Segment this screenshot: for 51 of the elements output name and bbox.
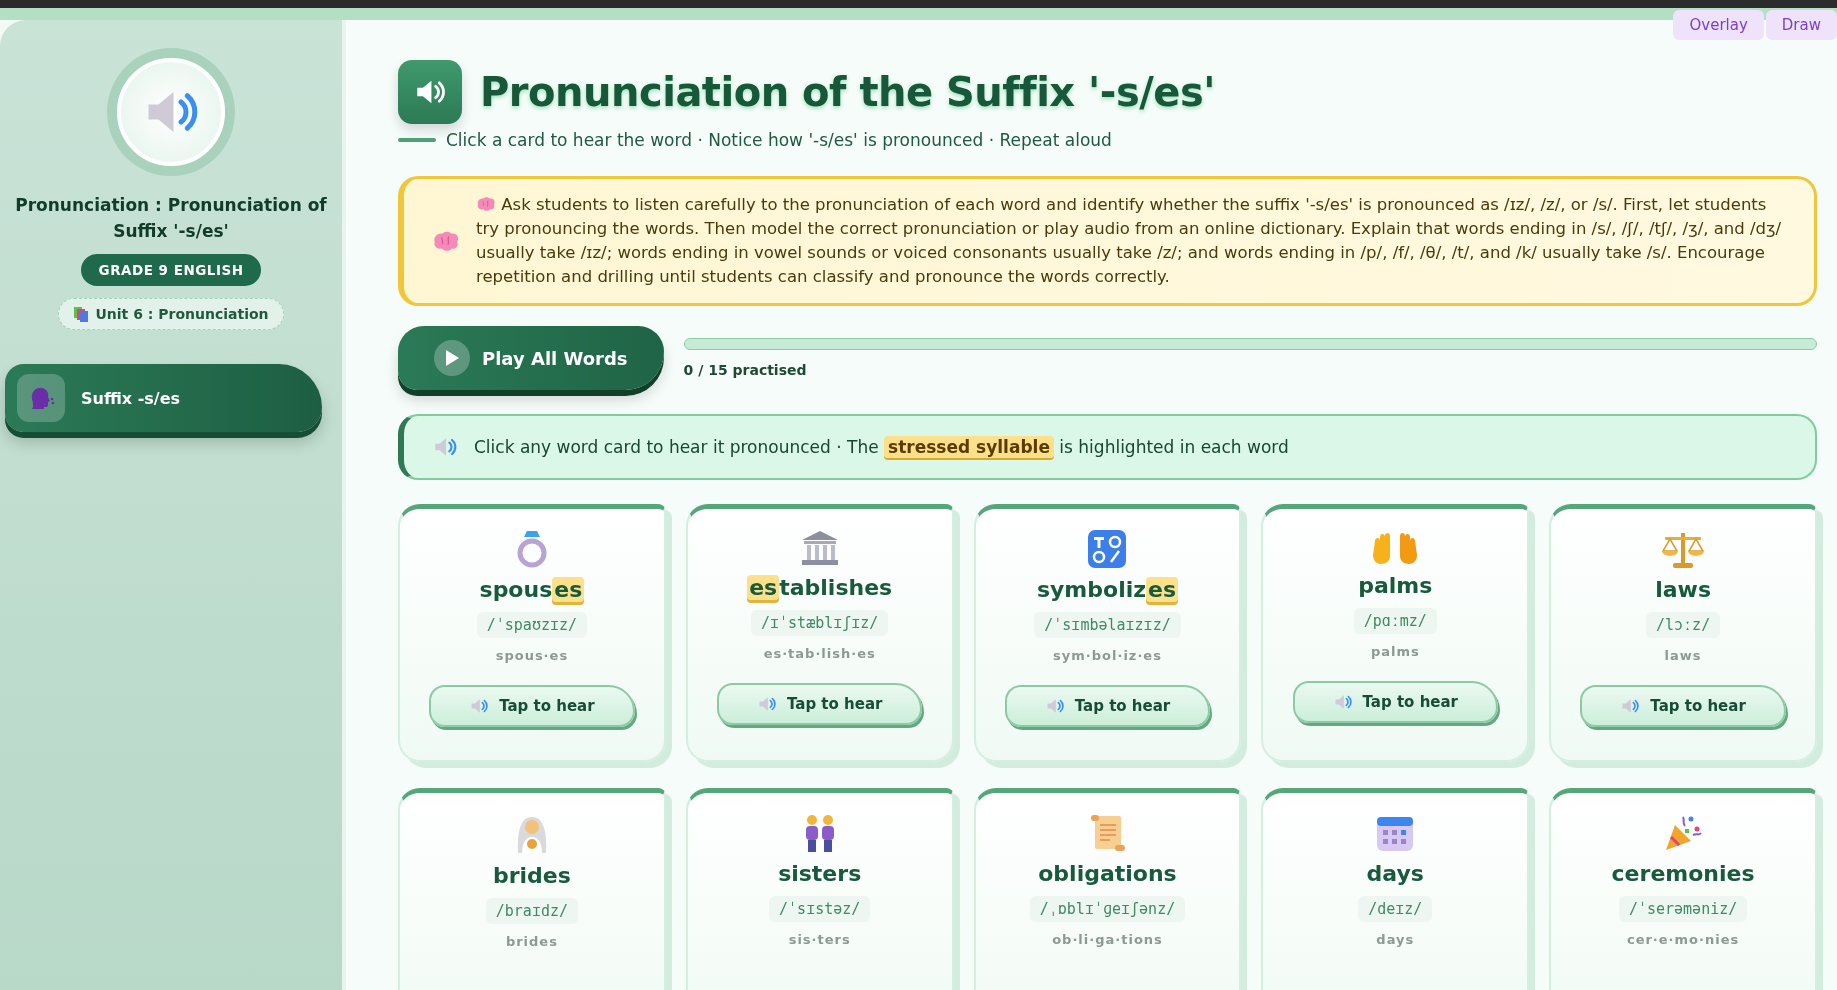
tap-to-hear-button[interactable]: Tap to hear	[1004, 685, 1211, 727]
page-subtitle: Click a card to hear the word · Notice how '-s/es' is pronounced · Repeat aloud	[446, 130, 1112, 150]
progress-text: 0 / 15 practised	[683, 362, 808, 378]
word-text: brides	[492, 863, 571, 888]
word-text: establishes	[747, 575, 893, 600]
ipa-transcription: /ˌɒblɪˈɡeɪʃənz/	[1029, 896, 1186, 922]
word-text: palms	[1358, 573, 1433, 598]
syllable-breakdown: laws	[1664, 648, 1702, 663]
syllable-breakdown: days	[1376, 932, 1415, 947]
ipa-transcription: /ˈsɪmbəlaɪzɪz/	[1034, 612, 1181, 638]
syllable-breakdown: brides	[505, 934, 558, 949]
page-title: Pronunciation of the Suffix '-s/es'	[480, 69, 1216, 115]
lesson-title: Pronunciation : Pronunciation of Suffix '-s/es'	[14, 194, 328, 243]
word-text: symbolizes	[1036, 577, 1179, 602]
brain-icon	[432, 229, 460, 253]
books-icon	[73, 306, 90, 322]
ipa-transcription: /ˈspaʊzɪz/	[476, 612, 588, 638]
ipa-transcription: /ˈsɪstəz/	[769, 896, 871, 922]
tap-to-hear-button[interactable]: Tap to hear	[1292, 681, 1498, 723]
syllable-breakdown: sis·ters	[788, 932, 851, 947]
syllable-breakdown: spous·es	[495, 648, 569, 663]
brain-icon	[476, 196, 496, 212]
tap-to-hear-button[interactable]: Tap to hear	[429, 685, 635, 727]
ipa-transcription: /braɪdz/	[485, 898, 578, 924]
ipa-transcription: /ˈserəməniz/	[1618, 896, 1748, 922]
toolbar-button[interactable]: Draw	[1765, 10, 1837, 40]
ipa-transcription: /pɑːmz/	[1353, 608, 1437, 634]
word-text: ceremonies	[1611, 861, 1755, 886]
toolbar-button[interactable]: Overlay	[1673, 10, 1764, 40]
ipa-transcription: /lɔːz/	[1646, 612, 1721, 638]
syllable-breakdown: es·tab·lish·es	[763, 646, 876, 661]
grade-badge: GRADE 9 ENGLISH	[80, 254, 262, 286]
syllable-breakdown: cer·e·mo·nies	[1626, 932, 1740, 947]
word-text: obligations	[1038, 861, 1177, 886]
play-icon	[444, 349, 460, 367]
syllable-breakdown: ob·li·ga·tions	[1052, 932, 1163, 947]
word-text: laws	[1655, 577, 1711, 602]
tap-to-hear-button[interactable]: Tap to hear	[716, 683, 923, 725]
building-icon	[799, 529, 840, 567]
word-text: sisters	[778, 861, 862, 886]
tap-to-hear-button[interactable]: Tap to hear	[1580, 685, 1786, 727]
info-text: Click any word card to hear it pronounced · The stressed syllable is highlighted in each word	[474, 437, 1289, 457]
ipa-transcription: /ɪˈstæblɪʃɪz/	[751, 610, 889, 636]
unit-label: Unit 6 : Pronunciation	[95, 306, 269, 322]
syllable-breakdown: palms	[1370, 644, 1420, 659]
ipa-transcription: /deɪz/	[1358, 896, 1433, 922]
note-text: Ask students to listen carefully to the pronunciation of each word and identify whether the suffix '-s/es' is pronounced as /ɪz/, /z/, or /s/. First, let students try pronouncing the words. Then model the correct pronunciation or play audio from an online dictionary. Explain that words ending in /s/, /ʃ/, /tʃ/, /ʒ/, and /dʒ/ usually take /ɪz/; words ending in vowel sounds or voiced consonants usually take /z/; and words ending in /p/, /f/, /θ/, /t/, and /k/ usually take /s/. Encourage repetition and drilling until students can classify and pronounce the words correctly.	[476, 194, 1783, 288]
word-text: spouses	[479, 577, 585, 602]
word-text: days	[1366, 861, 1424, 886]
symbols-icon	[1087, 529, 1128, 569]
syllable-breakdown: sym·bol·iz·es	[1053, 648, 1162, 663]
